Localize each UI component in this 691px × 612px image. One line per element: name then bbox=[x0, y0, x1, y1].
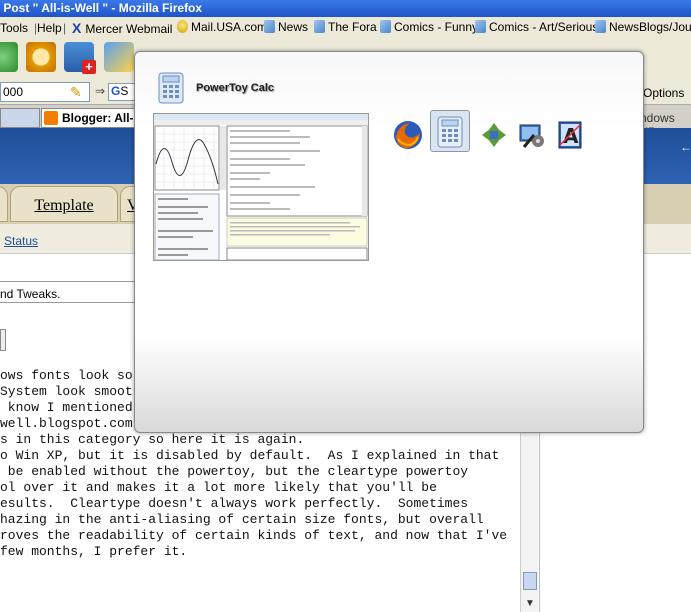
bookmark-comics-art[interactable]: Comics - Art/Serious bbox=[475, 20, 598, 34]
format-box[interactable] bbox=[0, 329, 6, 351]
editor-line: hazing in the anti-aliasing of certain s… bbox=[0, 512, 484, 527]
arrow-icon[interactable]: ← bbox=[680, 140, 691, 154]
bookmark-news[interactable]: News bbox=[264, 20, 308, 34]
network-icon[interactable] bbox=[478, 119, 510, 151]
alarm-clock-icon[interactable] bbox=[26, 42, 56, 72]
x-icon: X bbox=[72, 20, 82, 36]
task-icons: A bbox=[392, 110, 632, 156]
bookmark-icon bbox=[475, 20, 486, 33]
tool-icon[interactable] bbox=[104, 42, 134, 72]
post-title-text: nd Tweaks. bbox=[0, 281, 134, 303]
calculator-icon bbox=[436, 116, 464, 153]
bookmark-fora[interactable]: The Fora bbox=[314, 20, 377, 34]
bookmark-mail[interactable]: Mail.USA.com bbox=[177, 20, 267, 34]
tab-previous[interactable] bbox=[0, 108, 40, 128]
bookmark-mercer[interactable]: X Mercer Webmail bbox=[72, 20, 172, 36]
bookmark-icon bbox=[595, 20, 606, 33]
home-icon[interactable] bbox=[0, 42, 18, 72]
selected-task-highlight[interactable] bbox=[430, 110, 470, 152]
bookmark-icon bbox=[264, 20, 275, 33]
window-title: t Post " All-is-Well " - Mozilla Firefox bbox=[0, 1, 203, 15]
window-titlebar: t Post " All-is-Well " - Mozilla Firefox bbox=[0, 0, 691, 17]
control-panel-icon[interactable] bbox=[516, 119, 548, 151]
task-switcher-overlay: PowerToy Calc A bbox=[134, 51, 644, 433]
editor-line: ol over it and makes it a lot more likel… bbox=[0, 480, 437, 495]
firefox-icon[interactable] bbox=[392, 119, 424, 151]
bulb-icon bbox=[177, 20, 188, 33]
options-button[interactable]: Options bbox=[643, 86, 684, 100]
tab-first[interactable] bbox=[0, 186, 8, 222]
firefox-window: t Post " All-is-Well " - Mozilla Firefox… bbox=[0, 0, 691, 612]
overlay-window-title: PowerToy Calc bbox=[196, 82, 275, 94]
pin-icon[interactable]: ✎ bbox=[70, 84, 82, 101]
calculator-icon bbox=[157, 72, 185, 104]
scroll-thumb[interactable] bbox=[523, 572, 537, 590]
window-preview-thumbnail bbox=[153, 113, 369, 261]
scroll-down-icon[interactable]: ▼ bbox=[525, 598, 535, 609]
status-link[interactable]: Status bbox=[4, 234, 38, 248]
editor-line: o Win XP, but it is disabled by default.… bbox=[0, 448, 500, 463]
editor-line: be enabled without the powertoy, but the… bbox=[0, 464, 469, 479]
editor-line: few months, I prefer it. bbox=[0, 544, 188, 559]
bookmark-icon bbox=[314, 20, 325, 33]
bookmark-comics-funny[interactable]: Comics - Funny bbox=[380, 20, 478, 34]
menu-help[interactable]: Help bbox=[37, 21, 62, 35]
editor-line: roves the readability of certain kinds o… bbox=[0, 528, 508, 543]
menu-tools[interactable]: Tools bbox=[0, 21, 28, 35]
editor-line: s in this category so here it is again. bbox=[0, 432, 305, 447]
go-arrow-icon[interactable]: ⇒ bbox=[95, 84, 105, 98]
bookmark-icon bbox=[380, 20, 391, 33]
font-icon[interactable]: A bbox=[554, 119, 586, 151]
blogger-icon bbox=[44, 111, 58, 125]
tab-blogger[interactable]: Blogger: All-i bbox=[41, 108, 146, 128]
editor-line: esults. Cleartype doesn't always work pe… bbox=[0, 496, 469, 511]
add-window-icon[interactable]: + bbox=[64, 42, 96, 74]
bookmark-newsblogs[interactable]: NewsBlogs/Journ bbox=[595, 20, 691, 34]
tab-template[interactable]: Template bbox=[10, 186, 118, 222]
